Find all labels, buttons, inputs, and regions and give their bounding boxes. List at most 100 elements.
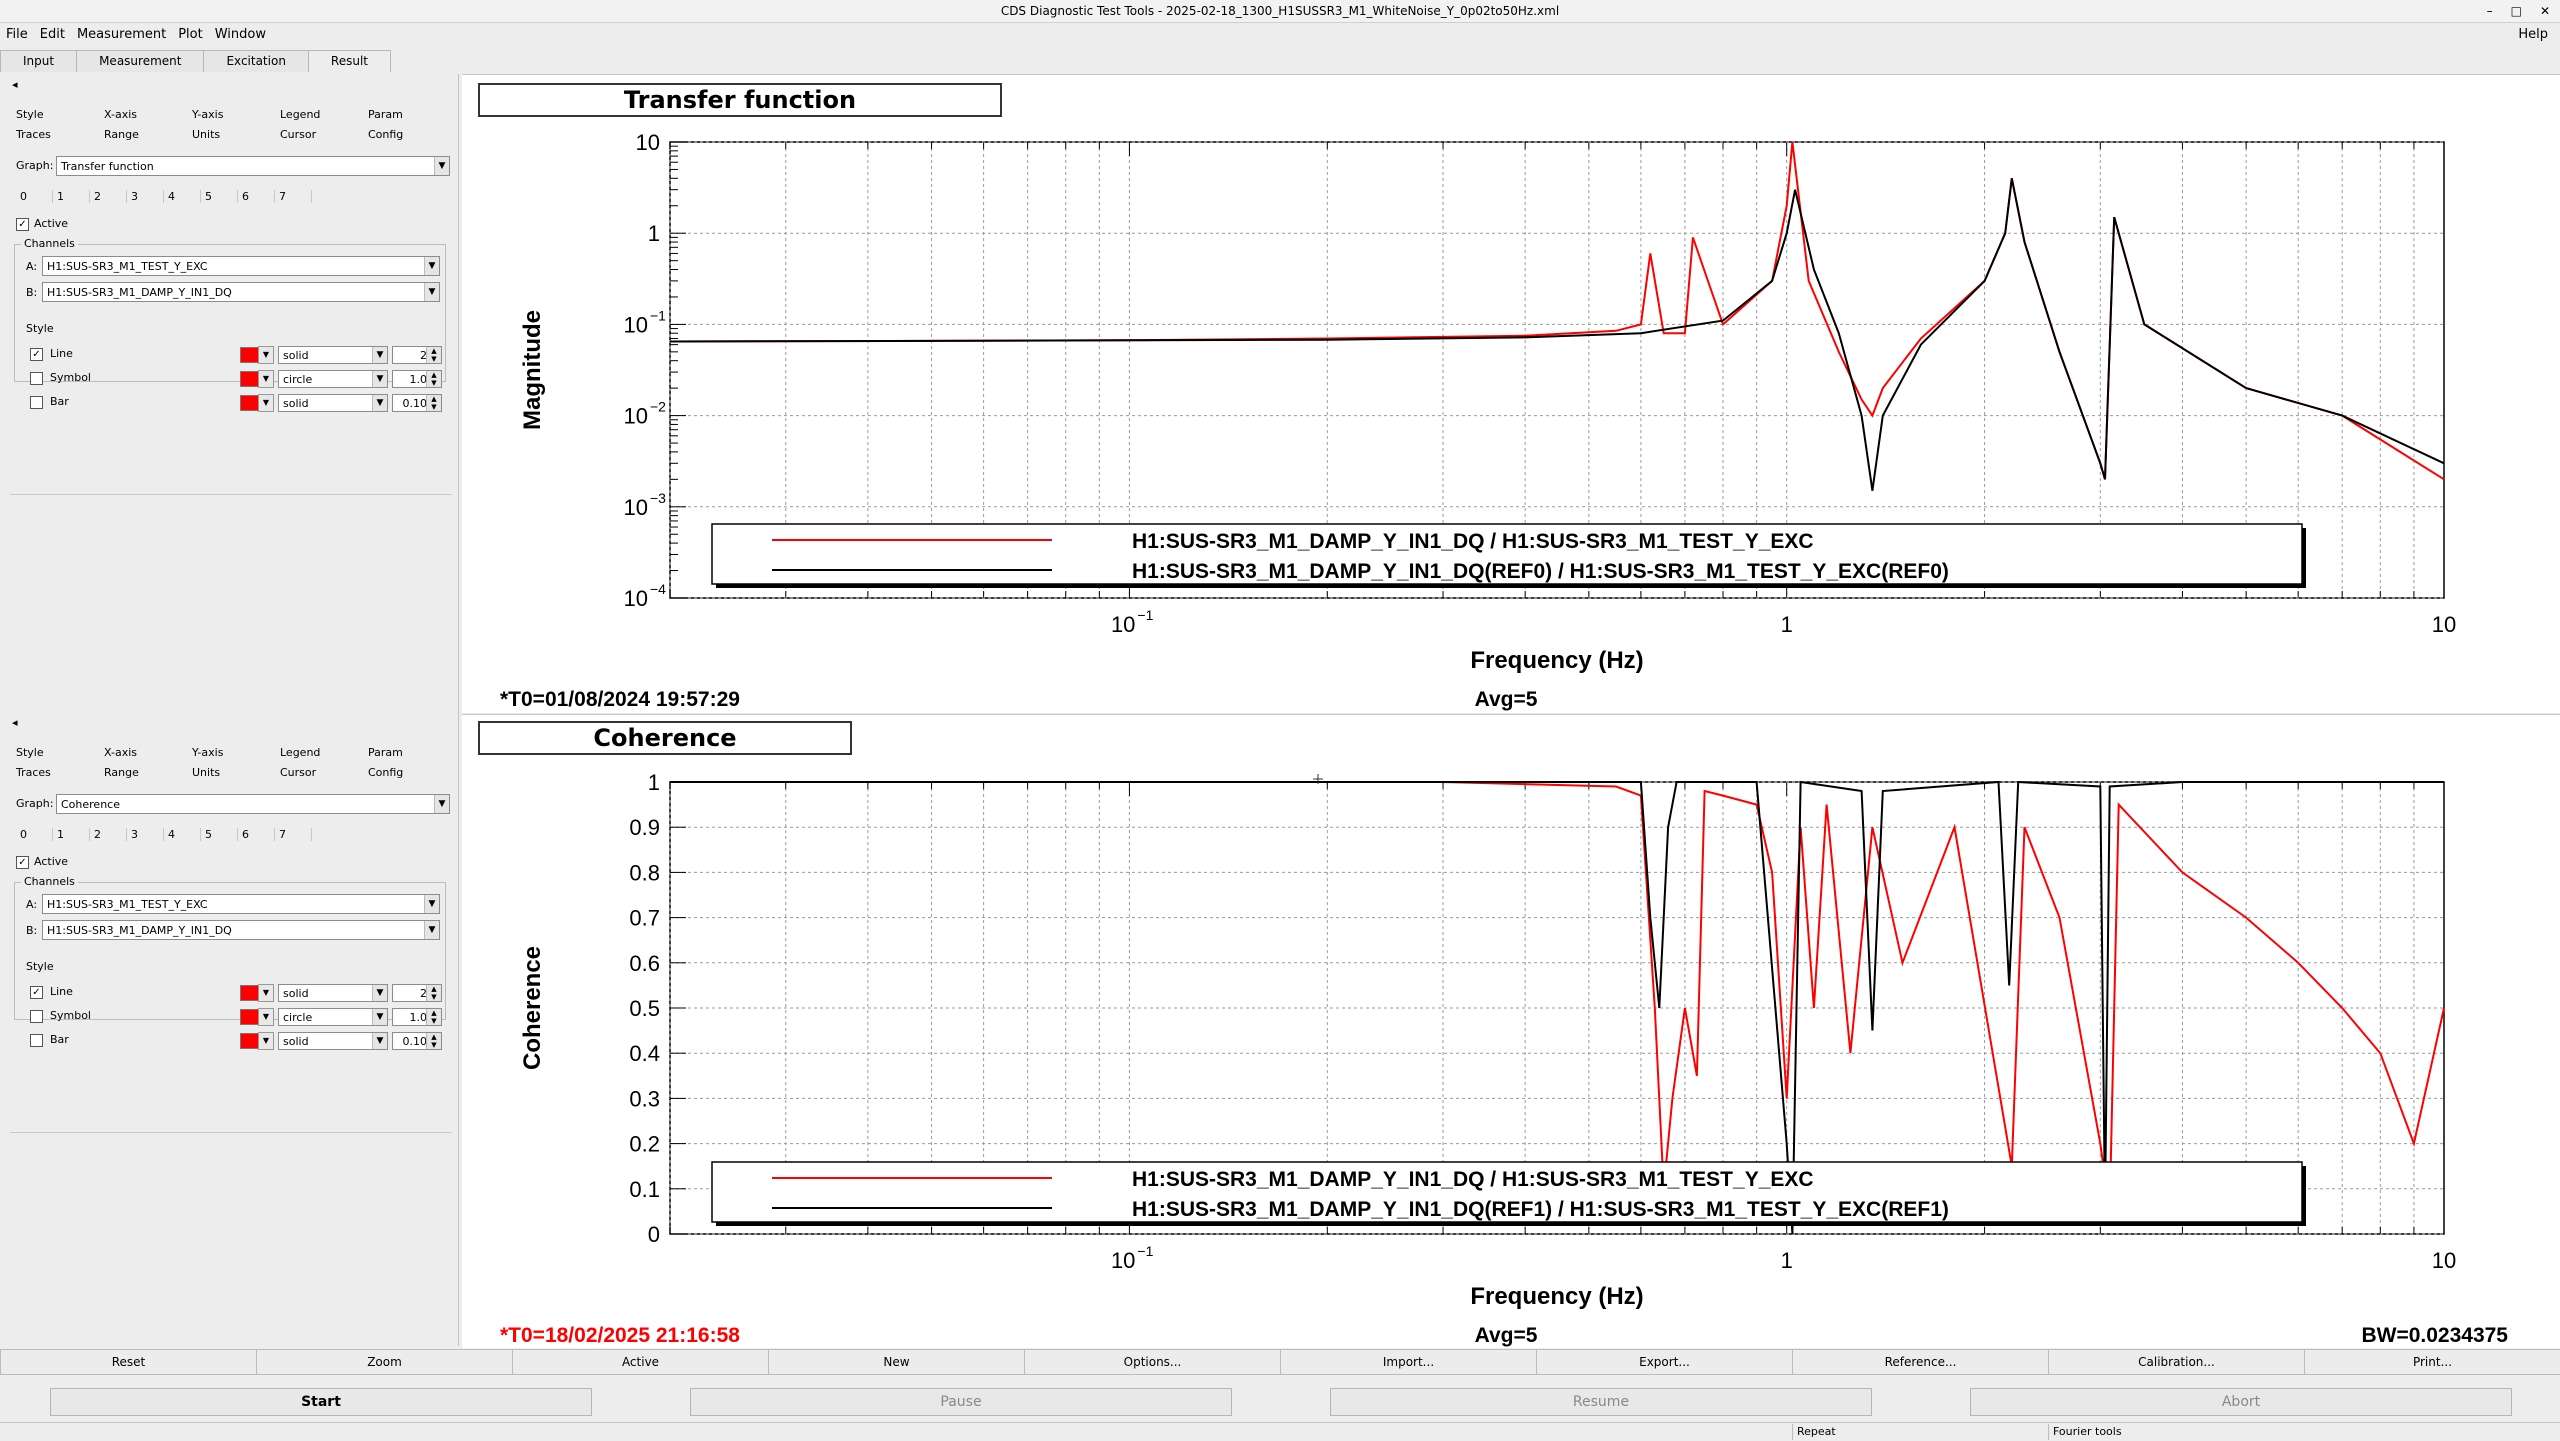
bar-style-select[interactable]: solid ▼ [278,394,388,412]
spinner-arrows-icon[interactable]: ▲ ▼ [426,1033,441,1049]
line-size-spinner[interactable]: 2 ▲ ▼ [392,346,442,364]
chevron-down-icon[interactable]: ▼ [434,795,449,813]
ctab-cursor[interactable]: Cursor [280,128,368,141]
chevron-down-icon[interactable]: ▼ [424,257,439,275]
spinner-arrows-icon[interactable]: ▲ ▼ [426,985,441,1001]
reference-button[interactable]: Reference... [1792,1349,2049,1375]
line-checkbox[interactable]: ✓ [30,986,43,999]
chevron-down-icon[interactable]: ▼ [372,985,387,1001]
graph-select[interactable]: Coherence ▼ [56,794,450,814]
trace-tab[interactable]: 1 [53,190,90,203]
ctab-cursor[interactable]: Cursor [280,766,368,779]
channel-b-select[interactable]: H1:SUS-SR3_M1_DAMP_Y_IN1_DQ ▼ [42,282,440,302]
minimize-icon[interactable]: – [2487,0,2493,22]
symbol-size-spinner[interactable]: 1.0 ▲ ▼ [392,370,442,388]
bar-size-spinner[interactable]: 0.10 ▲ ▼ [392,394,442,412]
line-style-select[interactable]: solid ▼ [278,346,388,364]
new-button[interactable]: New [768,1349,1025,1375]
start-button[interactable]: Start [50,1388,592,1416]
chevron-down-icon[interactable]: ▼ [258,1008,274,1026]
ctab-xaxis[interactable]: X-axis [104,746,192,759]
trace-tab[interactable]: 5 [201,190,238,203]
chevron-down-icon[interactable]: ▼ [372,1033,387,1049]
active-checkbox[interactable]: ✓ [16,218,29,231]
zoom-button[interactable]: Zoom [256,1349,513,1375]
symbol-style-select[interactable]: circle ▼ [278,370,388,388]
ctab-units[interactable]: Units [192,766,280,779]
ctab-range[interactable]: Range [104,766,192,779]
trace-tab[interactable]: 2 [90,190,127,203]
trace-tab[interactable]: 3 [127,828,164,841]
reset-button[interactable]: Reset [0,1349,257,1375]
symbol-color-swatch[interactable] [240,371,260,387]
close-icon[interactable]: ✕ [2540,0,2550,22]
line-size-spinner[interactable]: 2 ▲ ▼ [392,984,442,1002]
ctab-legend[interactable]: Legend [280,746,368,759]
chevron-down-icon[interactable]: ▼ [372,1009,387,1025]
ctab-range[interactable]: Range [104,128,192,141]
ctab-legend[interactable]: Legend [280,108,368,121]
pause-button[interactable]: Pause [690,1388,1232,1416]
symbol-style-select[interactable]: circle ▼ [278,1008,388,1026]
chevron-down-icon[interactable]: ▼ [424,283,439,301]
symbol-color-swatch[interactable] [240,1009,260,1025]
calibration-button[interactable]: Calibration... [2048,1349,2305,1375]
ctab-style[interactable]: Style [16,108,104,121]
channel-a-select[interactable]: H1:SUS-SR3_M1_TEST_Y_EXC ▼ [42,894,440,914]
panel-collapse-icon[interactable]: ◂ [12,78,18,91]
chevron-down-icon[interactable]: ▼ [258,394,274,412]
ctab-param[interactable]: Param [368,746,456,759]
ctab-yaxis[interactable]: Y-axis [192,108,280,121]
chevron-down-icon[interactable]: ▼ [424,895,439,913]
bar-checkbox[interactable] [30,396,43,409]
ctab-xaxis[interactable]: X-axis [104,108,192,121]
menu-window[interactable]: Window [209,27,272,42]
spinner-arrows-icon[interactable]: ▲ ▼ [426,371,441,387]
tab-result[interactable]: Result [307,50,391,72]
menu-plot[interactable]: Plot [172,27,209,42]
chevron-down-icon[interactable]: ▼ [258,370,274,388]
tab-measurement[interactable]: Measurement [76,50,205,72]
panel-collapse-icon[interactable]: ◂ [12,716,18,729]
trace-tab[interactable]: 2 [90,828,127,841]
line-color-swatch[interactable] [240,347,260,363]
ctab-param[interactable]: Param [368,108,456,121]
trace-tab[interactable]: 4 [164,828,201,841]
trace-tab[interactable]: 6 [238,828,275,841]
chevron-down-icon[interactable]: ▼ [372,395,387,411]
ctab-traces[interactable]: Traces [16,766,104,779]
chevron-down-icon[interactable]: ▼ [258,984,274,1002]
chevron-down-icon[interactable]: ▼ [372,371,387,387]
symbol-checkbox[interactable] [30,1010,43,1023]
channel-b-select[interactable]: H1:SUS-SR3_M1_DAMP_Y_IN1_DQ ▼ [42,920,440,940]
bar-checkbox[interactable] [30,1034,43,1047]
bar-color-swatch[interactable] [240,395,260,411]
trace-tab[interactable]: 3 [127,190,164,203]
chevron-down-icon[interactable]: ▼ [434,157,449,175]
tab-excitation[interactable]: Excitation [203,50,309,72]
trace-tab[interactable]: 7 [275,190,312,203]
chevron-down-icon[interactable]: ▼ [424,921,439,939]
menu-file[interactable]: File [0,27,34,42]
resume-button[interactable]: Resume [1330,1388,1872,1416]
ctab-yaxis[interactable]: Y-axis [192,746,280,759]
export-button[interactable]: Export... [1536,1349,1793,1375]
trace-tab[interactable]: 7 [275,828,312,841]
chevron-down-icon[interactable]: ▼ [258,1032,274,1050]
ctab-units[interactable]: Units [192,128,280,141]
menu-help[interactable]: Help [2512,27,2554,42]
channel-a-select[interactable]: H1:SUS-SR3_M1_TEST_Y_EXC ▼ [42,256,440,276]
print-button[interactable]: Print... [2304,1349,2560,1375]
bar-style-select[interactable]: solid ▼ [278,1032,388,1050]
abort-button[interactable]: Abort [1970,1388,2512,1416]
trace-tab[interactable]: 5 [201,828,238,841]
maximize-icon[interactable]: □ [2511,0,2522,22]
trace-tab[interactable]: 4 [164,190,201,203]
tab-input[interactable]: Input [0,50,78,72]
ctab-traces[interactable]: Traces [16,128,104,141]
trace-tab[interactable]: 0 [16,828,53,841]
active-checkbox[interactable]: ✓ [16,856,29,869]
graph-select[interactable]: Transfer function ▼ [56,156,450,176]
ctab-style[interactable]: Style [16,746,104,759]
symbol-checkbox[interactable] [30,372,43,385]
